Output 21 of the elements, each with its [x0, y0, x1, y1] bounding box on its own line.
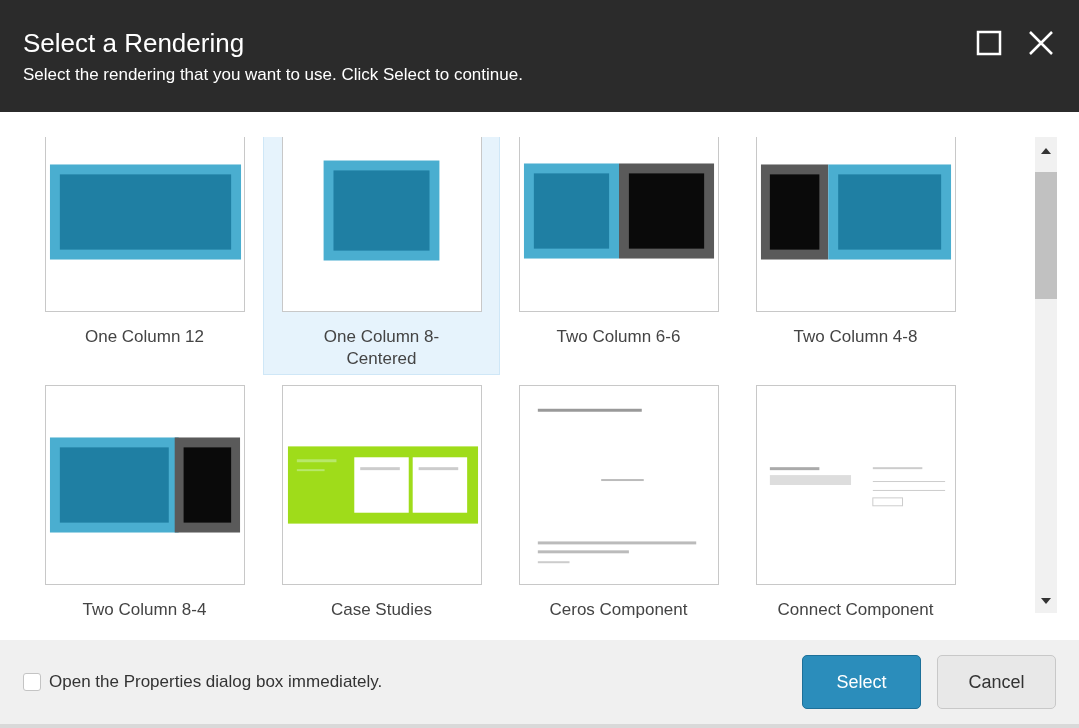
dialog-subtitle: Select the rendering that you want to use. Click Select to continue.: [23, 64, 524, 86]
rendering-label: Ceros Component: [548, 599, 689, 621]
scroll-down-icon[interactable]: [1041, 597, 1051, 605]
rendering-label: Connect Component: [776, 599, 935, 621]
scroll-up-icon[interactable]: [1041, 147, 1051, 155]
rendering-label: Two Column 8-4: [81, 599, 208, 621]
rendering-label: Two Column 4-8: [792, 326, 919, 348]
close-icon[interactable]: [1028, 30, 1054, 56]
scrollbar-thumb[interactable]: [1035, 172, 1057, 299]
rendering-label: Two Column 6-6: [555, 326, 682, 348]
rendering-label: One Column 12: [83, 326, 206, 348]
checkbox[interactable]: [23, 673, 41, 691]
select-button[interactable]: Select: [802, 655, 921, 709]
cancel-button[interactable]: Cancel: [937, 655, 1056, 709]
maximize-icon[interactable]: [976, 30, 1002, 56]
rendering-label: One Column 8-Centered: [322, 326, 441, 370]
checkbox-label: Open the Properties dialog box immediately.: [49, 671, 383, 694]
rendering-label: Case Studies: [329, 599, 434, 621]
rendering-option[interactable]: One Column 8-Centered: [263, 137, 500, 375]
dialog-title: Select a Rendering: [23, 27, 246, 60]
scrollbar[interactable]: [1035, 137, 1057, 613]
